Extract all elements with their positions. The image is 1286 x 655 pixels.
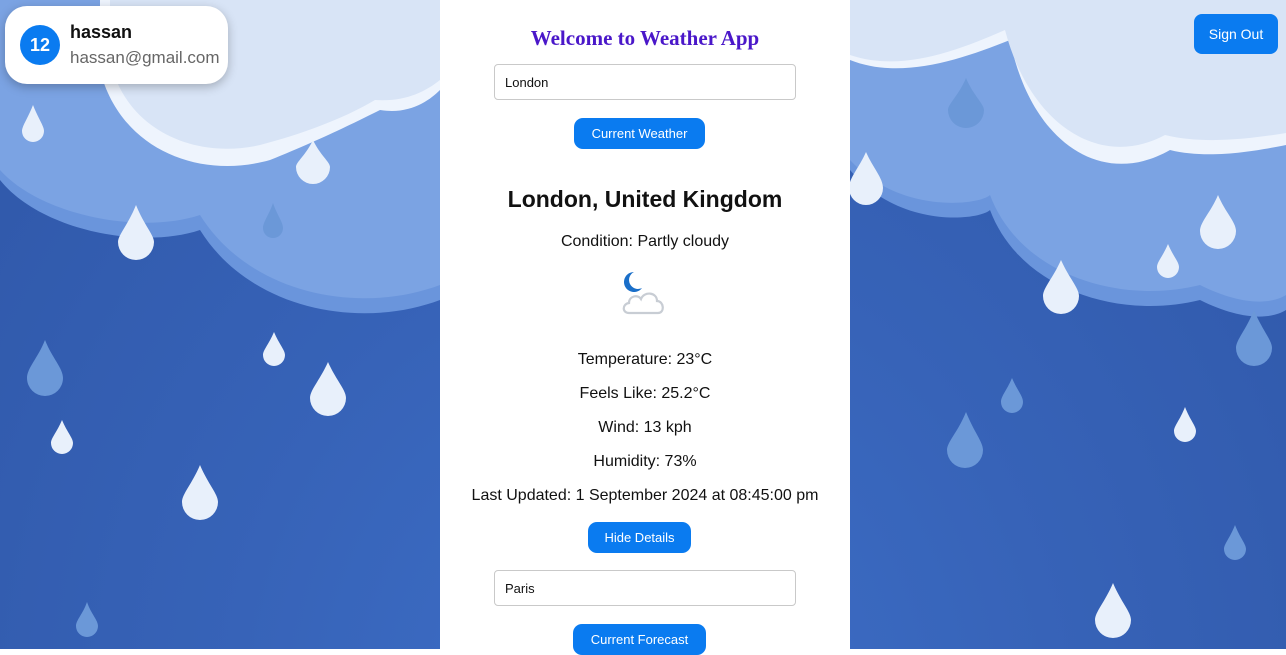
condition-text: Condition: Partly cloudy xyxy=(560,233,730,250)
feels-like-text: Feels Like: 25.2°C xyxy=(579,385,711,402)
humidity-text: Humidity: 73% xyxy=(593,453,697,470)
last-updated-text: Last Updated: 1 September 2024 at 08:45:… xyxy=(471,487,819,504)
user-profile-card: 12 hassan hassan@gmail.com xyxy=(5,6,228,84)
wind-text: Wind: 13 kph xyxy=(598,419,692,436)
user-name: hassan xyxy=(70,22,133,42)
location-heading: London, United Kingdom xyxy=(507,186,783,212)
forecast-city-input[interactable] xyxy=(494,570,796,606)
current-forecast-button[interactable]: Current Forecast xyxy=(573,624,706,655)
sign-out-button[interactable]: Sign Out xyxy=(1194,14,1278,54)
current-weather-button[interactable]: Current Weather xyxy=(574,118,705,149)
temperature-text: Temperature: 23°C xyxy=(577,351,713,368)
partly-cloudy-night-icon xyxy=(615,268,675,318)
city-search-input[interactable] xyxy=(494,64,796,100)
avatar: 12 xyxy=(20,25,60,65)
user-email: hassan@gmail.com xyxy=(70,48,220,67)
weather-panel: Welcome to Weather App Current Weather L… xyxy=(440,0,850,655)
page-title: Welcome to Weather App xyxy=(530,26,760,50)
hide-details-button[interactable]: Hide Details xyxy=(588,522,691,553)
